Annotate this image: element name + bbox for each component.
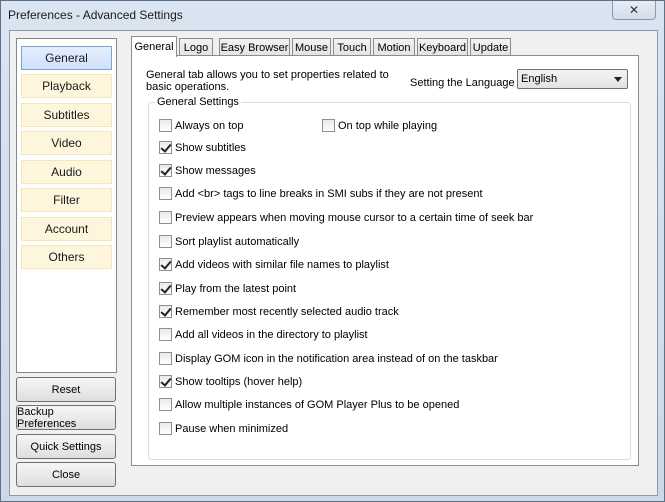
tab-label: Motion [377,41,411,54]
checkbox-label: On top while playing [338,119,438,132]
tab-label: General [134,41,174,53]
checkbox-box[interactable] [159,211,172,224]
checkbox-show-tooltips[interactable]: Show tooltips (hover help) [159,375,302,388]
tab-description: General tab allows you to set properties… [146,69,389,93]
checkbox-box[interactable] [159,258,172,271]
checkbox-label: Play from the latest point [175,282,297,295]
nav-item-playback[interactable]: Playback [21,74,112,98]
checkbox-label: Show messages [175,164,256,177]
nav-item-others[interactable]: Others [21,245,112,269]
client-area: General Playback Subtitles Video Audio F… [9,30,658,496]
chevron-down-icon [614,77,622,82]
checkbox-box[interactable] [159,282,172,295]
quick-settings-button[interactable]: Quick Settings [16,434,116,459]
checkbox-box[interactable] [159,141,172,154]
nav-item-label: Playback [42,79,91,93]
checkbox-box[interactable] [159,375,172,388]
tab-label: Mouse [294,41,329,54]
checkbox-label: Pause when minimized [175,422,289,435]
checkbox-label: Add <br> tags to line breaks in SMI subs… [175,187,483,200]
checkbox-box[interactable] [159,235,172,248]
checkbox-box[interactable] [159,352,172,365]
preferences-window: Preferences - Advanced Settings ✕ Genera… [0,0,665,502]
tab-logo[interactable]: Logo [179,38,213,56]
tab-label: Easy Browser [220,41,289,54]
tab-keyboard[interactable]: Keyboard [417,38,468,56]
tab-label: Keyboard [418,41,467,54]
language-select[interactable]: English [517,69,628,89]
title-bar[interactable]: Preferences - Advanced Settings ✕ [1,1,664,29]
nav-item-audio[interactable]: Audio [21,160,112,184]
nav-item-label: Video [51,136,82,150]
general-tab-panel: General tab allows you to set properties… [131,55,639,466]
tab-touch[interactable]: Touch [333,38,371,56]
tab-easy-browser[interactable]: Easy Browser [219,38,290,56]
checkbox-show-messages[interactable]: Show messages [159,164,256,177]
tab-mouse[interactable]: Mouse [292,38,331,56]
checkbox-box[interactable] [159,187,172,200]
checkbox-remember-audio-track[interactable]: Remember most recently selected audio tr… [159,305,399,318]
checkbox-box[interactable] [322,119,335,132]
checkbox-always-on-top[interactable]: Always on top [159,119,243,132]
checkbox-box[interactable] [159,328,172,341]
tab-update[interactable]: Update [470,38,511,56]
tab-label: Update [472,41,509,54]
checkbox-show-subtitles[interactable]: Show subtitles [159,141,246,154]
checkbox-add-directory-videos[interactable]: Add all videos in the directory to playl… [159,328,368,341]
checkbox-on-top-while-playing[interactable]: On top while playing [322,119,437,132]
tab-label: Touch [337,41,367,54]
category-list: General Playback Subtitles Video Audio F… [16,38,117,373]
group-title: General Settings [155,96,241,108]
checkbox-label: Add all videos in the directory to playl… [175,328,368,341]
close-button[interactable]: Close [16,462,116,487]
checkbox-play-from-latest[interactable]: Play from the latest point [159,282,296,295]
nav-item-label: Audio [51,165,82,179]
nav-item-general[interactable]: General [21,46,112,70]
checkbox-pause-minimized[interactable]: Pause when minimized [159,422,288,435]
nav-item-subtitles[interactable]: Subtitles [21,103,112,127]
nav-item-account[interactable]: Account [21,217,112,241]
tab-label: Logo [183,41,209,54]
nav-item-label: Filter [53,193,80,207]
checkbox-label: Display GOM icon in the notification are… [175,352,498,365]
checkbox-box[interactable] [159,305,172,318]
checkbox-notification-icon[interactable]: Display GOM icon in the notification are… [159,352,498,365]
checkbox-box[interactable] [159,398,172,411]
checkbox-label: Add videos with similar file names to pl… [175,258,389,271]
nav-item-label: Subtitles [43,108,90,122]
window-title: Preferences - Advanced Settings [8,8,183,22]
tab-general[interactable]: General [131,36,177,57]
checkbox-box[interactable] [159,422,172,435]
checkbox-add-similar-videos[interactable]: Add videos with similar file names to pl… [159,258,389,271]
checkbox-box[interactable] [159,119,172,132]
window-close-button[interactable]: ✕ [612,1,656,20]
general-settings-group: General Settings Always on top On top wh… [148,96,631,460]
close-icon: ✕ [628,3,640,17]
language-label: Setting the Language [410,77,515,89]
nav-item-filter[interactable]: Filter [21,188,112,212]
nav-item-video[interactable]: Video [21,131,112,155]
tab-motion[interactable]: Motion [373,38,415,56]
checkbox-sort-playlist[interactable]: Sort playlist automatically [159,235,299,248]
checkbox-label: Always on top [175,119,244,132]
checkbox-label: Sort playlist automatically [175,235,300,248]
backup-preferences-button[interactable]: Backup Preferences [16,405,116,430]
nav-item-label: General [45,51,88,65]
checkbox-multiple-instances[interactable]: Allow multiple instances of GOM Player P… [159,398,459,411]
checkbox-label: Show subtitles [175,141,246,154]
nav-item-label: Others [48,250,85,264]
checkbox-box[interactable] [159,164,172,177]
reset-button[interactable]: Reset [16,377,116,402]
checkbox-label: Allow multiple instances of GOM Player P… [175,398,460,411]
checkbox-preview-seek-bar[interactable]: Preview appears when moving mouse cursor… [159,211,533,224]
checkbox-add-br-tags[interactable]: Add <br> tags to line breaks in SMI subs… [159,187,483,200]
nav-item-label: Account [44,222,89,236]
checkbox-label: Remember most recently selected audio tr… [175,305,399,318]
checkbox-label: Preview appears when moving mouse cursor… [175,211,534,224]
language-value: English [521,73,558,85]
checkbox-label: Show tooltips (hover help) [175,375,303,388]
